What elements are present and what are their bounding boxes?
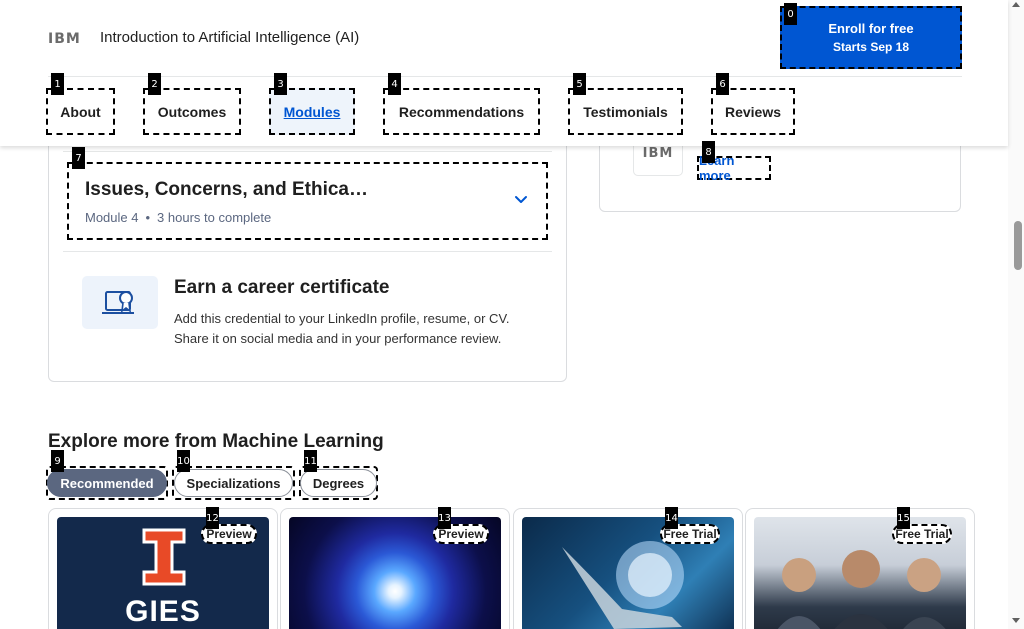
course-title: Introduction to Artificial Intelligence …	[100, 29, 360, 46]
marker-label: 5	[573, 73, 586, 95]
tab-label: Outcomes	[157, 103, 227, 120]
header-divider	[48, 76, 962, 77]
marker-label: 12	[206, 507, 219, 529]
marker-label: 1	[51, 73, 64, 95]
tab-testimonials[interactable]: Testimonials	[568, 88, 683, 135]
scroll-down-icon[interactable]	[1012, 618, 1020, 623]
marker-label: 6	[716, 73, 729, 95]
ibm-logo: IBM	[48, 31, 81, 47]
marker-label: 0	[784, 3, 797, 25]
scrollbar-thumb[interactable]	[1014, 221, 1022, 270]
tab-label: About	[60, 103, 101, 120]
enroll-label: Enroll for free	[828, 21, 914, 36]
course-page: IBM Introduction to Artificial Intellige…	[0, 0, 1024, 629]
tab-modules[interactable]: Modules	[269, 88, 355, 135]
module-meta: Module 4 • 3 hours to complete	[85, 210, 272, 225]
module-divider	[63, 251, 552, 252]
marker-label: 7	[72, 147, 85, 169]
marker-label: 10	[177, 450, 190, 472]
tab-label: Modules	[283, 103, 341, 120]
marker-label: 9	[51, 450, 64, 472]
gies-wordmark: GIES	[125, 595, 201, 628]
module-title: Issues, Concerns, and Ethica…	[85, 179, 368, 200]
tab-label: Testimonials	[583, 103, 668, 120]
enroll-start-date: Starts Sep 18	[832, 40, 910, 54]
marker-label: 2	[148, 73, 161, 95]
tab-outcomes[interactable]: Outcomes	[143, 88, 241, 135]
marker-label: 15	[897, 507, 910, 529]
filter-specializations[interactable]: Specializations	[172, 466, 295, 500]
tab-about[interactable]: About	[46, 88, 115, 135]
module-duration: 3 hours to complete	[157, 210, 272, 225]
marker-label: 11	[304, 450, 317, 472]
marker-label: 14	[665, 507, 678, 529]
module-divider	[63, 151, 552, 152]
tab-label: Reviews	[724, 103, 782, 120]
chevron-down-icon	[515, 196, 527, 203]
marker-label: 8	[702, 141, 715, 163]
marker-label: 13	[438, 507, 451, 529]
illinois-i-logo	[142, 528, 186, 586]
scroll-up-icon[interactable]	[1012, 2, 1020, 7]
tab-recommendations[interactable]: Recommendations	[383, 88, 540, 135]
tab-reviews[interactable]: Reviews	[711, 88, 795, 135]
page-scrollbar[interactable]	[1008, 0, 1024, 629]
filter-recommended[interactable]: Recommended	[46, 466, 168, 500]
marker-label: 4	[388, 73, 401, 95]
certificate-description: Add this credential to your LinkedIn pro…	[174, 311, 510, 346]
certificate-icon	[82, 276, 158, 329]
certificate-title: Earn a career certificate	[174, 277, 390, 298]
marker-label: 3	[274, 73, 287, 95]
filter-label: Recommended	[47, 469, 167, 497]
module-4-accordion[interactable]: Issues, Concerns, and Ethica… Module 4 • 3…	[67, 162, 548, 240]
tab-label: Recommendations	[398, 103, 525, 120]
filter-label: Degrees	[299, 469, 378, 497]
explore-heading: Explore more from Machine Learning	[48, 431, 384, 452]
enroll-button[interactable]: Enroll for free Starts Sep 18	[780, 6, 962, 69]
filter-label: Specializations	[173, 469, 294, 497]
module-number: Module 4	[85, 210, 139, 225]
